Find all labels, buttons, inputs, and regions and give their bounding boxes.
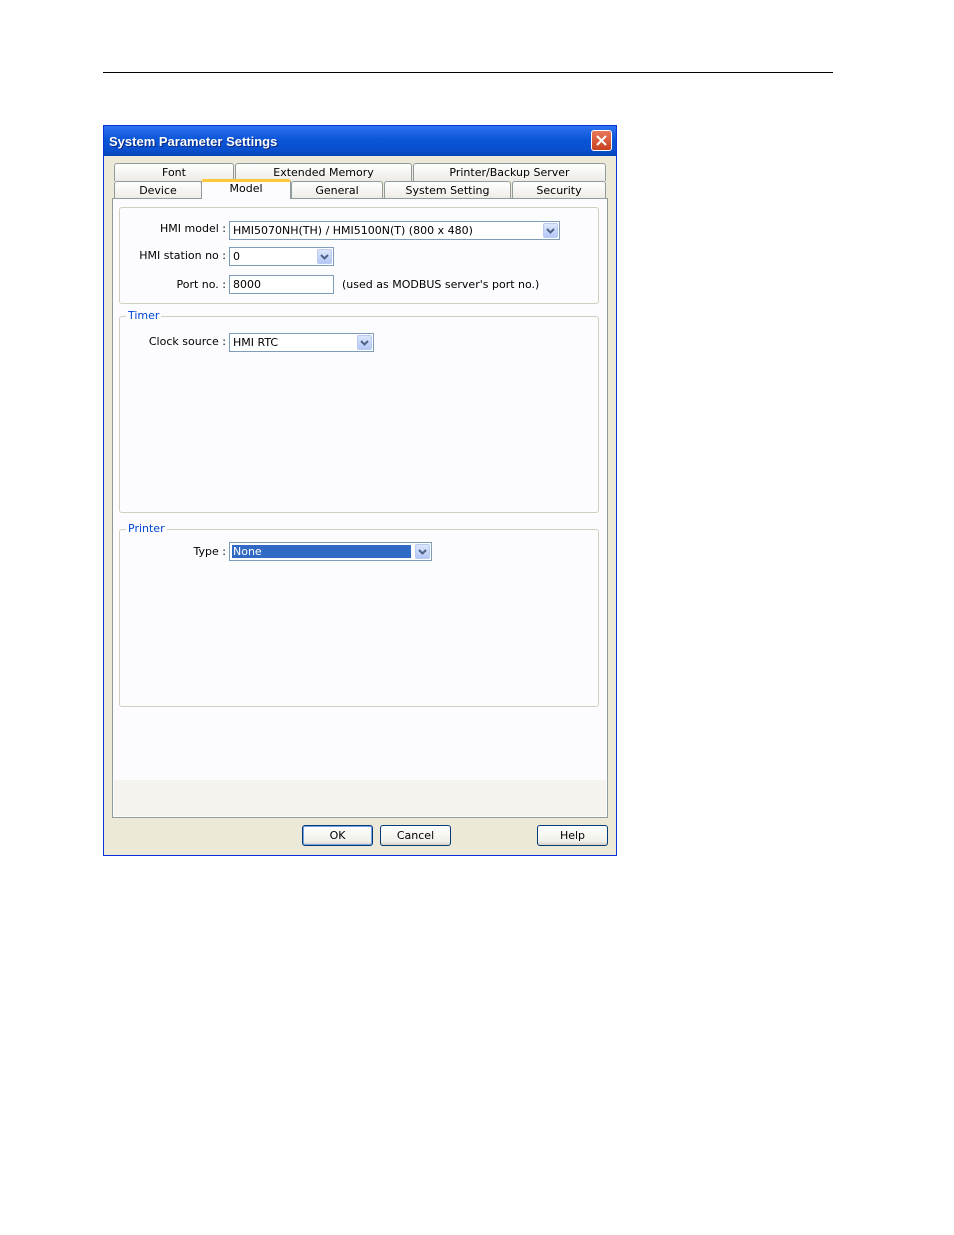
model-tab-panel: HMI model : HMI5070NH(TH) / HMI5100N(T) … (112, 198, 608, 818)
hmi-model-select[interactable]: HMI5070NH(TH) / HMI5100N(T) (800 x 480) (229, 221, 560, 240)
hmi-model-value: HMI5070NH(TH) / HMI5100N(T) (800 x 480) (233, 224, 473, 237)
tab-system-setting[interactable]: System Setting (384, 181, 511, 199)
timer-group: Timer Clock source : HMI RTC (119, 309, 599, 513)
page-header-rule (103, 72, 833, 73)
clock-source-value: HMI RTC (233, 336, 279, 349)
close-button[interactable] (591, 130, 612, 151)
tab-printer-backup-server[interactable]: Printer/Backup Server (413, 163, 606, 181)
ok-button[interactable]: OK (302, 825, 373, 846)
timer-legend: Timer (126, 309, 162, 322)
title-bar[interactable]: System Parameter Settings (104, 126, 616, 156)
model-group: HMI model : HMI5070NH(TH) / HMI5100N(T) … (119, 207, 599, 304)
dropdown-button[interactable] (415, 544, 430, 559)
dropdown-button[interactable] (317, 249, 332, 264)
printer-type-select[interactable]: None (229, 542, 432, 561)
tab-label: General (315, 184, 359, 197)
chevron-down-icon (546, 228, 555, 234)
station-no-label: HMI station no : (139, 249, 226, 262)
tab-label: System Setting (405, 184, 490, 197)
button-label: Cancel (396, 829, 435, 842)
tab-general[interactable]: General (291, 181, 383, 199)
chevron-down-icon (418, 549, 427, 555)
button-label: OK (329, 829, 346, 842)
dropdown-button[interactable] (357, 335, 372, 350)
chevron-down-icon (360, 340, 369, 346)
port-no-label: Port no. : (176, 278, 226, 291)
tab-label: Security (536, 184, 582, 197)
printer-type-value: None (232, 545, 411, 558)
tab-label: Printer/Backup Server (449, 166, 570, 179)
station-no-select[interactable]: 0 (229, 247, 334, 266)
clock-source-label: Clock source : (148, 335, 226, 348)
tab-label: Model (229, 182, 263, 195)
printer-group: Printer Type : None (119, 522, 599, 707)
tab-label: Font (162, 166, 186, 179)
hmi-model-label: HMI model : (160, 222, 226, 235)
help-button[interactable]: Help (537, 825, 608, 846)
tab-label: Device (139, 184, 177, 197)
tab-model[interactable]: Model (201, 179, 291, 199)
dropdown-button[interactable] (543, 223, 558, 238)
system-parameter-settings-dialog: System Parameter Settings Font Extended … (103, 125, 617, 856)
tab-security[interactable]: Security (512, 181, 606, 199)
port-no-field[interactable] (230, 276, 333, 293)
station-no-value: 0 (233, 250, 240, 263)
cancel-button[interactable]: Cancel (380, 825, 451, 846)
dialog-title: System Parameter Settings (109, 134, 278, 149)
chevron-down-icon (320, 254, 329, 260)
clock-source-select[interactable]: HMI RTC (229, 333, 374, 352)
printer-type-label: Type : (193, 545, 226, 558)
tab-device[interactable]: Device (114, 181, 202, 199)
button-label: Help (559, 829, 586, 842)
close-icon (596, 135, 607, 146)
printer-legend: Printer (126, 522, 167, 535)
panel-footer (114, 780, 606, 816)
tab-label: Extended Memory (273, 166, 374, 179)
port-no-input[interactable] (229, 275, 334, 294)
port-no-hint: (used as MODBUS server's port no.) (342, 278, 540, 291)
